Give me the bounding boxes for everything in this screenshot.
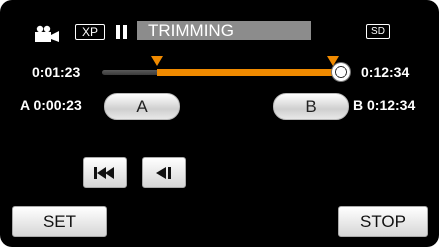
- page-title: TRIMMING: [137, 21, 311, 40]
- point-a-time: A 0:00:23: [20, 97, 82, 113]
- playhead-handle[interactable]: [332, 63, 350, 81]
- skip-to-start-icon: [94, 166, 114, 179]
- video-camera-icon: [35, 25, 59, 42]
- set-point-a-button[interactable]: A: [104, 93, 180, 120]
- trim-range-fill: [157, 69, 340, 76]
- current-time: 0:01:23: [32, 64, 81, 80]
- point-b-time: B 0:12:34: [353, 97, 416, 113]
- set-button[interactable]: SET: [12, 206, 107, 237]
- quality-badge: XP: [75, 24, 105, 40]
- frame-back-button[interactable]: [142, 157, 186, 188]
- frame-back-icon: [156, 166, 171, 179]
- sd-card-badge: SD: [366, 24, 390, 39]
- start-marker-icon: [151, 56, 163, 66]
- trimming-screen: XP TRIMMING SD 0:01:23 0:12:34 A 0:00:23…: [0, 0, 439, 247]
- stop-button[interactable]: STOP: [338, 206, 428, 237]
- skip-to-start-button[interactable]: [83, 157, 127, 188]
- end-time: 0:12:34: [361, 64, 410, 80]
- set-point-b-button[interactable]: B: [273, 93, 349, 120]
